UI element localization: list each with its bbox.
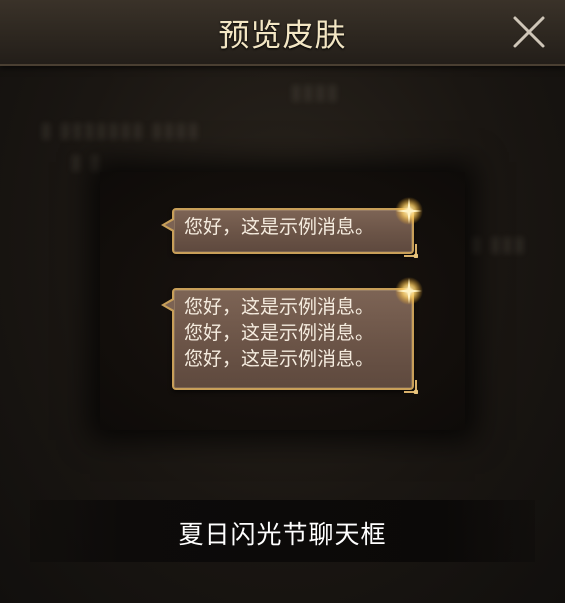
corner-ornament-icon [404,380,418,394]
background-ghost-text: ▮ ▮▮▮▮▮▮▮ ▮▮▮▮ [40,118,200,143]
bubble-tail-inner [165,220,174,230]
corner-ornament-icon [404,244,418,258]
sparkle-icon [395,197,423,225]
skin-name-bar: 夏日闪光节聊天框 [30,500,535,562]
bubble-message-line: 您好，这是示例消息。 [184,296,375,318]
dialog-header: 预览皮肤 [0,0,565,66]
preview-skin-dialog: ▮ ▮▮▮▮▮▮▮ ▮▮▮▮ ▮ ▮ ▮▮▮▮ ▮ ▮▮▮ 预览皮肤 您好，这是… [0,0,565,603]
bubble-tail-inner [165,300,174,310]
background-ghost-text: ▮ ▮ [70,150,102,175]
close-button[interactable] [509,12,549,52]
bubble-message-line: 您好，这是示例消息。 [184,348,375,370]
dialog-title: 预览皮肤 [218,18,347,54]
chat-bubble-preview-short: 您好，这是示例消息。 [161,197,423,258]
bubble-message-line: 您好，这是示例消息。 [184,216,375,238]
close-icon [513,16,545,48]
skin-name: 夏日闪光节聊天框 [178,520,387,549]
sparkle-icon [395,277,423,305]
background-ghost-text: ▮ ▮▮▮ [470,232,526,257]
chat-bubble-preview-long: 您好，这是示例消息。 您好，这是示例消息。 您好，这是示例消息。 [161,277,423,394]
background-ghost-text: ▮▮▮▮ [290,80,339,105]
bubble-message-line: 您好，这是示例消息。 [184,322,375,344]
